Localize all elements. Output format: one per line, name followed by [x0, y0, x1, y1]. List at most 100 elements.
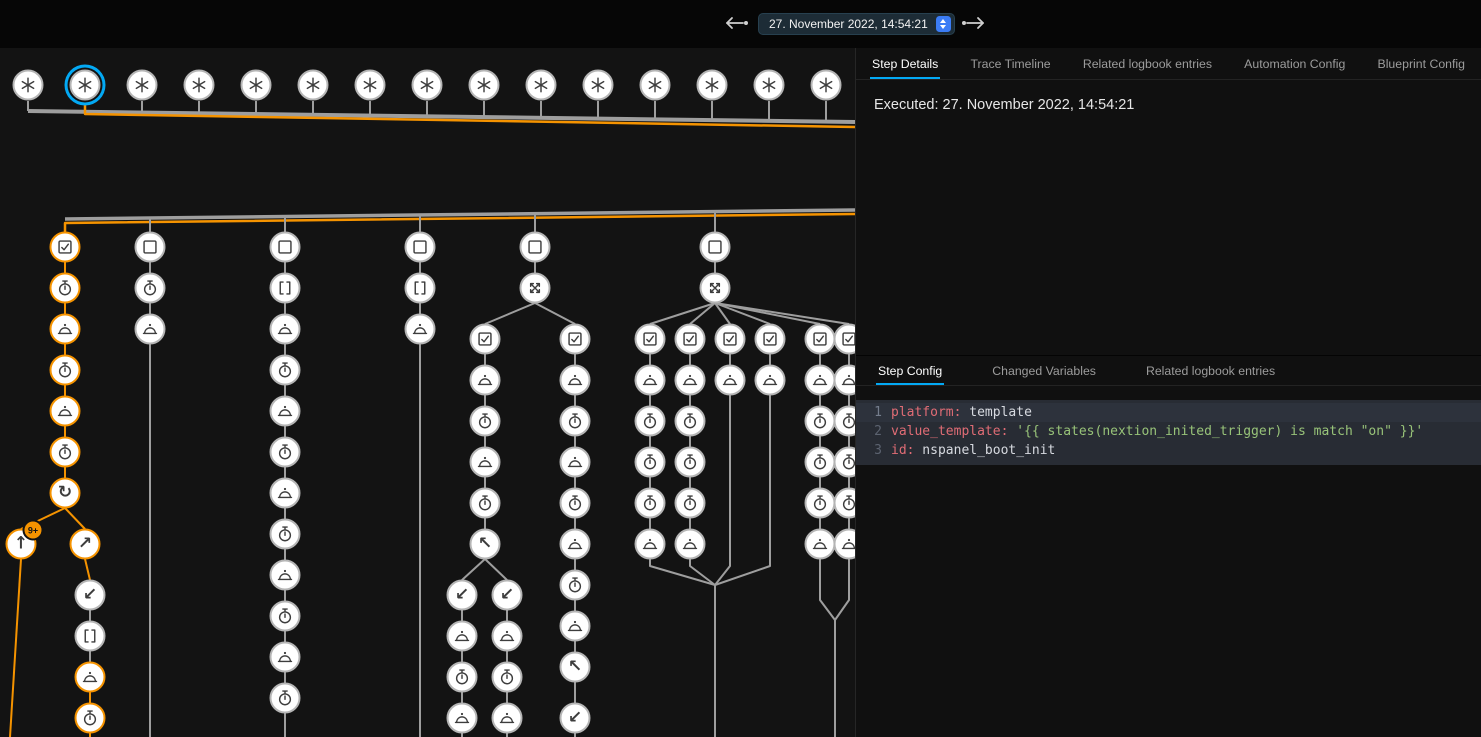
trigger-node-asterisk[interactable] [526, 70, 557, 101]
step-node-timer[interactable] [492, 662, 523, 693]
trigger-node-asterisk[interactable] [583, 70, 614, 101]
trigger-node-asterisk[interactable] [13, 70, 44, 101]
step-node-brackets[interactable] [405, 273, 436, 304]
step-node-timer[interactable] [560, 406, 591, 437]
step-node-condition-check[interactable] [50, 232, 81, 263]
step-node-service[interactable] [447, 703, 478, 734]
step-node-service[interactable] [715, 365, 746, 396]
step-node-arrow-up-right[interactable]: ↗ [70, 529, 101, 560]
step-node-service[interactable] [635, 365, 666, 396]
trigger-node-asterisk[interactable] [127, 70, 158, 101]
step-node-square[interactable] [270, 232, 301, 263]
tab-automation-config[interactable]: Automation Config [1242, 48, 1347, 79]
step-node-square[interactable] [520, 232, 551, 263]
step-node-arrow-down-left[interactable]: ↙ [492, 580, 523, 611]
tab-step-details[interactable]: Step Details [870, 48, 940, 79]
step-node-service[interactable] [492, 621, 523, 652]
tab-trace-timeline[interactable]: Trace Timeline [968, 48, 1052, 79]
step-node-brackets[interactable] [75, 621, 106, 652]
step-node-condition-check[interactable] [470, 324, 501, 355]
step-node-timer[interactable] [75, 703, 106, 734]
step-node-refresh[interactable]: ↻ [50, 478, 81, 509]
trigger-node-asterisk[interactable] [469, 70, 500, 101]
step-node-condition-check[interactable] [715, 324, 746, 355]
step-node-timer[interactable] [270, 519, 301, 550]
step-node-service[interactable] [675, 529, 706, 560]
trigger-node-asterisk[interactable] [811, 70, 842, 101]
step-node-brackets[interactable] [270, 273, 301, 304]
trigger-node-asterisk[interactable] [184, 70, 215, 101]
trigger-node-asterisk[interactable] [355, 70, 386, 101]
trigger-node-asterisk[interactable] [697, 70, 728, 101]
trace-run-select[interactable]: 27. November 2022, 14:54:21 [758, 13, 955, 35]
step-node-arrow-up[interactable]: ↑9+ [6, 529, 37, 560]
trigger-node-asterisk[interactable] [241, 70, 272, 101]
step-node-service[interactable] [405, 314, 436, 345]
step-node-condition-check[interactable] [805, 324, 836, 355]
trigger-node-asterisk[interactable] [412, 70, 443, 101]
step-node-service[interactable] [270, 396, 301, 427]
step-node-arrow-up-left[interactable]: ↖ [560, 652, 591, 683]
step-node-arrow-up-left[interactable]: ↖ [470, 529, 501, 560]
step-node-timer[interactable] [270, 437, 301, 468]
tab-related-logbook-entries[interactable]: Related logbook entries [1081, 48, 1214, 79]
step-node-service[interactable] [560, 365, 591, 396]
step-node-timer[interactable] [635, 488, 666, 519]
trigger-node-asterisk[interactable] [70, 70, 101, 101]
step-node-service[interactable] [447, 621, 478, 652]
step-node-condition-check[interactable] [675, 324, 706, 355]
step-node-timer[interactable] [805, 488, 836, 519]
step-node-service[interactable] [675, 365, 706, 396]
step-node-service[interactable] [560, 529, 591, 560]
step-node-timer[interactable] [270, 355, 301, 386]
trigger-node-asterisk[interactable] [754, 70, 785, 101]
step-node-service[interactable] [470, 365, 501, 396]
step-node-service[interactable] [805, 529, 836, 560]
step-node-timer[interactable] [270, 683, 301, 714]
step-node-timer[interactable] [447, 662, 478, 693]
step-node-service[interactable] [560, 447, 591, 478]
step-node-timer[interactable] [135, 273, 166, 304]
config-tab-step-config[interactable]: Step Config [876, 356, 944, 385]
step-node-service[interactable] [75, 662, 106, 693]
step-node-timer[interactable] [675, 406, 706, 437]
step-node-service[interactable] [50, 396, 81, 427]
step-node-split[interactable] [700, 273, 731, 304]
step-node-square[interactable] [405, 232, 436, 263]
step-node-arrow-down-left[interactable]: ↙ [75, 580, 106, 611]
step-node-condition-check[interactable] [560, 324, 591, 355]
step-node-service[interactable] [805, 365, 836, 396]
step-node-service[interactable] [270, 560, 301, 591]
step-node-service[interactable] [50, 314, 81, 345]
tab-blueprint-config[interactable]: Blueprint Config [1376, 48, 1468, 79]
previous-trace-icon[interactable] [720, 14, 750, 35]
step-node-service[interactable] [755, 365, 786, 396]
step-node-service[interactable] [270, 478, 301, 509]
step-node-timer[interactable] [50, 355, 81, 386]
step-node-service[interactable] [470, 447, 501, 478]
step-node-timer[interactable] [675, 488, 706, 519]
step-node-service[interactable] [492, 703, 523, 734]
step-node-service[interactable] [135, 314, 166, 345]
step-node-service[interactable] [560, 611, 591, 642]
step-node-timer[interactable] [675, 447, 706, 478]
step-node-condition-check[interactable] [635, 324, 666, 355]
step-node-timer[interactable] [635, 447, 666, 478]
step-node-timer[interactable] [805, 406, 836, 437]
step-node-service[interactable] [635, 529, 666, 560]
step-node-timer[interactable] [470, 488, 501, 519]
step-node-timer[interactable] [50, 437, 81, 468]
step-node-service[interactable] [270, 642, 301, 673]
step-node-timer[interactable] [270, 601, 301, 632]
step-node-timer[interactable] [560, 488, 591, 519]
step-node-split[interactable] [520, 273, 551, 304]
step-node-timer[interactable] [635, 406, 666, 437]
step-node-service[interactable] [270, 314, 301, 345]
next-trace-icon[interactable] [960, 14, 990, 35]
step-node-timer[interactable] [560, 570, 591, 601]
step-node-square[interactable] [700, 232, 731, 263]
step-node-square[interactable] [135, 232, 166, 263]
step-node-arrow-down-left[interactable]: ↙ [560, 703, 591, 734]
trigger-node-asterisk[interactable] [298, 70, 329, 101]
step-node-condition-check[interactable] [755, 324, 786, 355]
